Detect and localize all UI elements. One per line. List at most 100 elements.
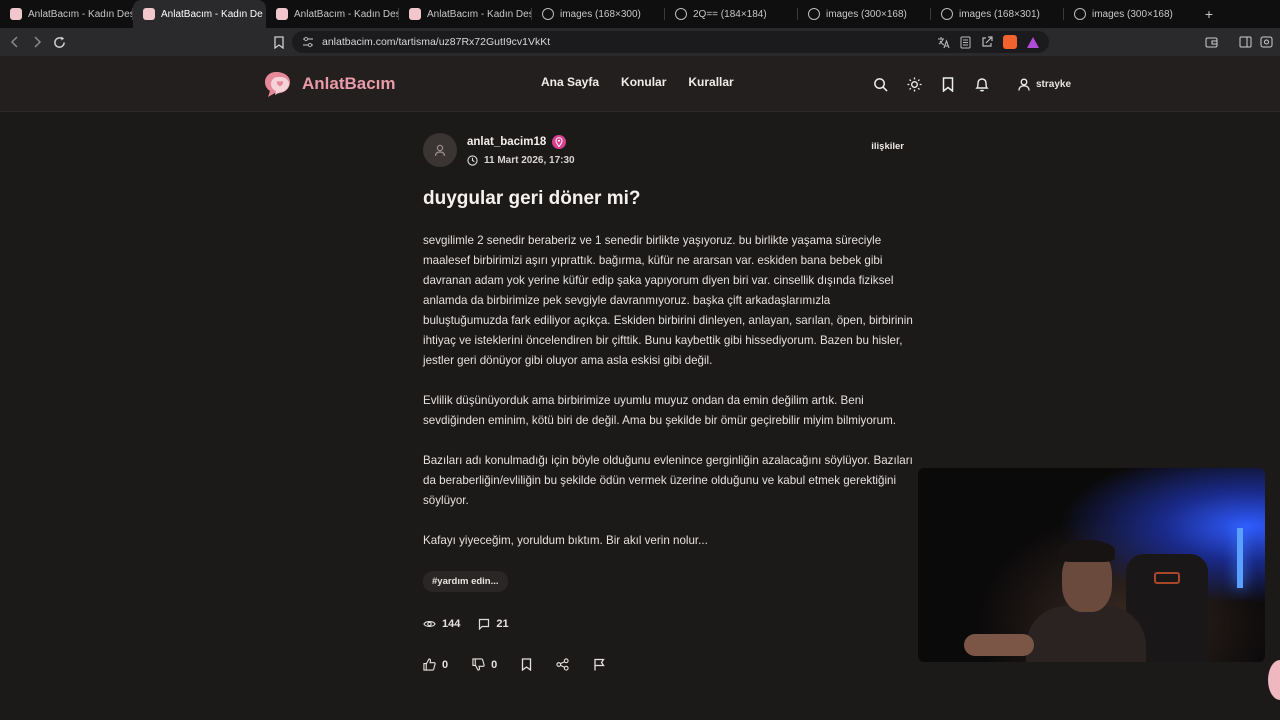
reader-mode-icon[interactable] xyxy=(960,36,971,49)
share-button[interactable] xyxy=(556,658,569,671)
tab-label: 2Q== (184×184) xyxy=(693,8,767,20)
like-count: 0 xyxy=(442,658,449,671)
header-actions: strayke xyxy=(870,74,1077,95)
dislike-count: 0 xyxy=(491,658,498,671)
notification-bell-icon[interactable] xyxy=(972,75,992,95)
post-paragraph: Evlilik düşünüyorduk ama birbirimize uyu… xyxy=(423,394,896,427)
globe-icon xyxy=(808,8,820,20)
dislike-button[interactable]: 0 xyxy=(472,658,497,671)
anlatbacim-favicon xyxy=(276,8,288,20)
tab-label: images (168×301) xyxy=(959,8,1040,20)
nav-topics-link[interactable]: Konular xyxy=(621,75,666,89)
anlatbacim-favicon xyxy=(10,8,22,20)
browser-tab[interactable]: AnlatBacım - Kadın Destek xyxy=(399,0,532,28)
tab-label: images (300×168) xyxy=(826,8,907,20)
post-author: anlat_bacim18 11 Mart 2026, 17:30 xyxy=(423,133,913,167)
flag-icon xyxy=(594,658,605,671)
comment-count[interactable]: 21 xyxy=(478,618,509,630)
post-actions: 0 0 xyxy=(423,658,913,671)
tab-label: AnlatBacım - Kadın De xyxy=(161,8,263,20)
view-count-value: 144 xyxy=(442,618,461,630)
person-hand xyxy=(964,634,1034,656)
browser-tab[interactable]: 2Q== (184×184) xyxy=(665,0,798,28)
post-paragraph: Bazıları adı konulmadığı için böyle oldu… xyxy=(423,454,913,507)
post: anlat_bacim18 11 Mart 2026, 17:30 ilişki… xyxy=(423,133,913,671)
browser-tab[interactable]: images (168×301) xyxy=(931,0,1064,28)
site-settings-icon[interactable] xyxy=(302,36,314,48)
bookmark-page-icon[interactable] xyxy=(268,31,290,53)
save-post-button[interactable] xyxy=(521,658,532,671)
translate-icon[interactable] xyxy=(937,36,950,49)
post-paragraph: Kafayı yiyeceğim, yoruldum bıktım. Bir a… xyxy=(423,534,708,547)
share-page-icon[interactable] xyxy=(981,36,993,48)
search-icon[interactable] xyxy=(870,75,890,95)
username: strayke xyxy=(1036,79,1072,90)
view-count: 144 xyxy=(423,618,460,630)
like-button[interactable]: 0 xyxy=(423,658,448,671)
user-icon xyxy=(434,144,446,156)
thumbs-down-icon xyxy=(472,658,485,671)
address-bar[interactable]: anlatbacim.com/tartisma/uz87Rx72GutI9cv1… xyxy=(292,31,1049,53)
webcam-overlay xyxy=(918,468,1265,662)
sidebar-toggle-icon[interactable] xyxy=(1234,31,1256,53)
post-paragraph: sevgilimle 2 senedir beraberiz ve 1 sene… xyxy=(423,234,913,367)
theme-toggle-sun-icon[interactable] xyxy=(904,75,924,95)
post-date: 11 Mart 2026, 17:30 xyxy=(484,155,575,166)
site-header: AnlatBacım Ana Sayfa Konular Kurallar st… xyxy=(0,56,1280,112)
leo-ai-icon[interactable] xyxy=(1255,31,1277,53)
author-name[interactable]: anlat_bacim18 xyxy=(467,136,546,148)
browser-tab[interactable]: images (300×168) xyxy=(798,0,931,28)
tab-label: AnlatBacım - Kadın Destek xyxy=(427,8,532,20)
category-link[interactable]: ilişkiler xyxy=(871,141,904,152)
chair-logo xyxy=(1154,572,1180,584)
user-menu[interactable]: strayke xyxy=(1012,74,1077,95)
tab-label: images (168×300) xyxy=(560,8,641,20)
browser-tab-strip: AnlatBacım - Kadın Destek AnlatBacım - K… xyxy=(0,0,1280,28)
thumbs-up-icon xyxy=(423,658,436,671)
bookmark-icon xyxy=(522,658,532,671)
nav-home-link[interactable]: Ana Sayfa xyxy=(541,75,599,89)
wallet-icon[interactable] xyxy=(1200,31,1222,53)
site-logo[interactable]: AnlatBacım xyxy=(264,69,396,99)
post-title: duygular geri döner mi? xyxy=(423,188,641,209)
person-body xyxy=(1026,606,1146,662)
url-text: anlatbacim.com/tartisma/uz87Rx72GutI9cv1… xyxy=(322,36,551,48)
floating-action-button[interactable] xyxy=(1268,660,1280,700)
post-tag[interactable]: #yardım edin... xyxy=(423,571,508,592)
tab-label: AnlatBacım - Kadın Destek xyxy=(28,8,133,20)
post-stats: 144 21 xyxy=(423,618,913,630)
globe-icon xyxy=(675,8,687,20)
nav-rules-link[interactable]: Kurallar xyxy=(688,75,733,89)
share-icon xyxy=(556,658,569,671)
blue-light xyxy=(1237,528,1243,588)
browser-tab[interactable]: AnlatBacım - Kadın Destek xyxy=(0,0,133,28)
back-arrow-icon[interactable] xyxy=(4,31,26,53)
new-tab-button[interactable]: + xyxy=(1195,6,1223,22)
reload-icon[interactable] xyxy=(48,31,70,53)
avatar[interactable] xyxy=(423,133,457,167)
globe-icon xyxy=(941,8,953,20)
browser-tab[interactable]: images (168×300) xyxy=(532,0,665,28)
browser-tab-active[interactable]: AnlatBacım - Kadın De × xyxy=(133,0,266,28)
speech-bubble-logo-icon xyxy=(265,72,290,97)
brave-rewards-icon[interactable] xyxy=(1027,36,1039,48)
globe-icon xyxy=(542,8,554,20)
globe-icon xyxy=(1074,8,1086,20)
forward-arrow-icon[interactable] xyxy=(26,31,48,53)
browser-tab[interactable]: AnlatBacım - Kadın Destek xyxy=(266,0,399,28)
brave-shields-icon[interactable] xyxy=(1003,35,1017,49)
post-body: sevgilimle 2 senedir beraberiz ve 1 sene… xyxy=(423,231,913,551)
bookmark-icon[interactable] xyxy=(938,75,958,95)
user-icon xyxy=(1018,78,1030,91)
location-pin-badge-icon xyxy=(552,135,567,149)
comment-icon xyxy=(479,618,490,630)
anlatbacim-favicon xyxy=(143,8,155,20)
author-name-row: anlat_bacim18 xyxy=(467,135,575,149)
post-date-row: 11 Mart 2026, 17:30 xyxy=(467,155,575,166)
browser-tab[interactable]: images (300×168) xyxy=(1064,0,1195,28)
comment-count-value: 21 xyxy=(496,618,509,630)
brand-name: AnlatBacım xyxy=(302,74,396,93)
report-button[interactable] xyxy=(593,658,605,671)
eye-icon xyxy=(423,621,436,627)
main-nav: Ana Sayfa Konular Kurallar xyxy=(541,75,734,89)
